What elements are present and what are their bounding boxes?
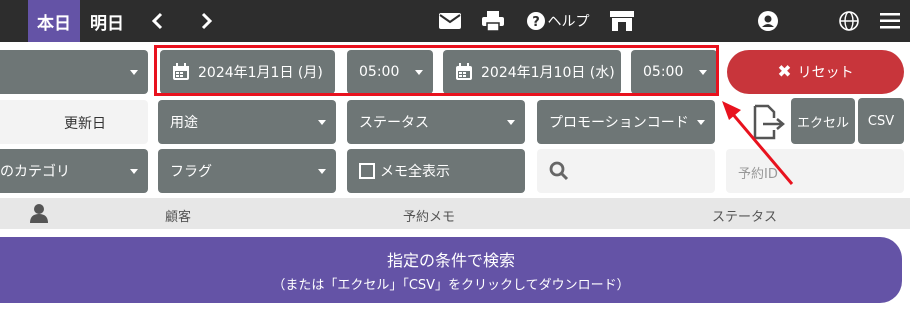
prev-chevron-icon[interactable] — [146, 0, 168, 42]
search-main-label: 指定の条件で検索 — [386, 251, 515, 270]
search-sub-label: （または「エクセル」「CSV」をクリックしてダウンロード） — [272, 278, 630, 293]
user-avatar-icon[interactable] — [756, 0, 780, 42]
reset-label: リセット — [797, 65, 854, 81]
help-label: ヘルプ — [547, 14, 590, 30]
category-top-dropdown[interactable] — [0, 50, 148, 94]
show-all-memo-toggle[interactable]: メモ全表示 — [347, 149, 525, 193]
csv-label: CSV — [867, 113, 895, 129]
reservation-id-placeholder: 予約ID — [738, 167, 778, 182]
checkbox-icon[interactable] — [359, 163, 375, 179]
date-range-highlight — [154, 45, 719, 96]
usage-dropdown[interactable]: 用途 — [158, 100, 336, 144]
status-header: ステータス — [712, 210, 778, 225]
mail-icon[interactable] — [438, 0, 462, 42]
excel-label: エクセル — [796, 115, 849, 131]
category-dropdown[interactable]: のカテゴリ — [0, 149, 148, 193]
search-input[interactable] — [537, 149, 715, 193]
csv-button[interactable]: CSV — [858, 98, 904, 144]
excel-button[interactable]: エクセル — [791, 98, 855, 144]
reservation-memo-header: 予約メモ — [403, 210, 456, 225]
status-label: ステータス — [359, 115, 429, 131]
user-icon — [30, 204, 48, 223]
reservation-id-input[interactable]: 予約ID — [726, 149, 904, 193]
today-button[interactable]: 本日 — [28, 0, 80, 42]
caret-down-icon — [318, 169, 326, 174]
help-circle-icon: ? — [526, 12, 545, 30]
export-file-icon[interactable] — [752, 104, 786, 140]
globe-icon[interactable] — [837, 0, 861, 42]
promo-code-label: プロモーションコード — [549, 115, 689, 131]
promo-code-dropdown[interactable]: プロモーションコード — [537, 100, 715, 144]
print-icon[interactable] — [481, 0, 505, 42]
status-dropdown[interactable]: ステータス — [347, 100, 525, 144]
tomorrow-button[interactable]: 明日 — [84, 0, 130, 42]
table-header: 顧客 予約メモ ステータス — [0, 198, 910, 229]
svg-text:?: ? — [532, 15, 540, 30]
close-icon: ✖ — [777, 62, 792, 82]
flag-dropdown[interactable]: フラグ — [158, 149, 336, 193]
store-icon[interactable] — [609, 0, 635, 42]
updated-date-field[interactable]: 更新日 — [0, 100, 148, 144]
menu-icon[interactable] — [878, 0, 902, 42]
top-bar: 本日 明日 ? ヘルプ — [0, 0, 910, 42]
caret-down-icon — [697, 120, 705, 125]
help-button[interactable]: ? ヘルプ — [524, 0, 592, 42]
search-button[interactable]: 指定の条件で検索 （または「エクセル」「CSV」をクリックしてダウンロード） — [0, 237, 902, 303]
caret-down-icon — [130, 169, 138, 174]
category-label: のカテゴリ — [0, 164, 70, 180]
show-all-memo-label: メモ全表示 — [380, 164, 450, 180]
updated-date-label: 更新日 — [64, 116, 106, 132]
reset-button[interactable]: ✖ リセット — [727, 50, 904, 94]
customer-header: 顧客 — [165, 210, 192, 225]
caret-down-icon — [507, 120, 515, 125]
flag-label: フラグ — [170, 164, 212, 180]
search-icon — [549, 161, 569, 181]
usage-label: 用途 — [170, 115, 198, 131]
next-chevron-icon[interactable] — [196, 0, 218, 42]
caret-down-icon — [318, 120, 326, 125]
caret-down-icon — [130, 70, 138, 75]
